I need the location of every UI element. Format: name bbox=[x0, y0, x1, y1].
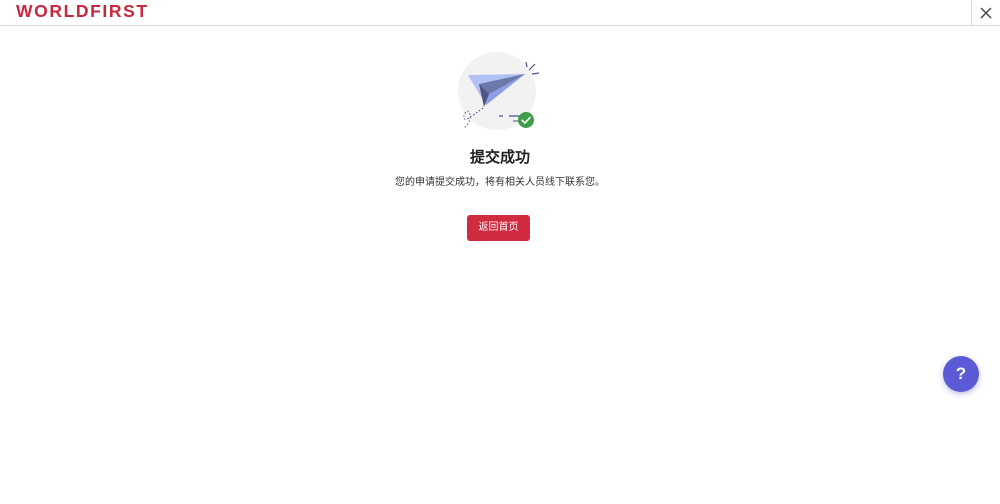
close-button[interactable] bbox=[971, 0, 1000, 25]
back-to-home-button[interactable]: 返回首页 bbox=[467, 215, 530, 241]
help-button[interactable]: ? bbox=[943, 356, 979, 392]
close-icon bbox=[980, 7, 992, 18]
submission-illustration bbox=[453, 50, 545, 134]
result-description: 您的申请提交成功，将有相关人员线下联系您。 bbox=[395, 177, 605, 188]
result-title: 提交成功 bbox=[469, 148, 530, 166]
worldfirst-logo[interactable]: WORLDFIRST bbox=[16, 1, 149, 21]
top-bar: WORLDFIRST bbox=[0, 0, 1000, 26]
check-circle-icon bbox=[518, 112, 534, 128]
help-icon: ? bbox=[955, 364, 967, 383]
